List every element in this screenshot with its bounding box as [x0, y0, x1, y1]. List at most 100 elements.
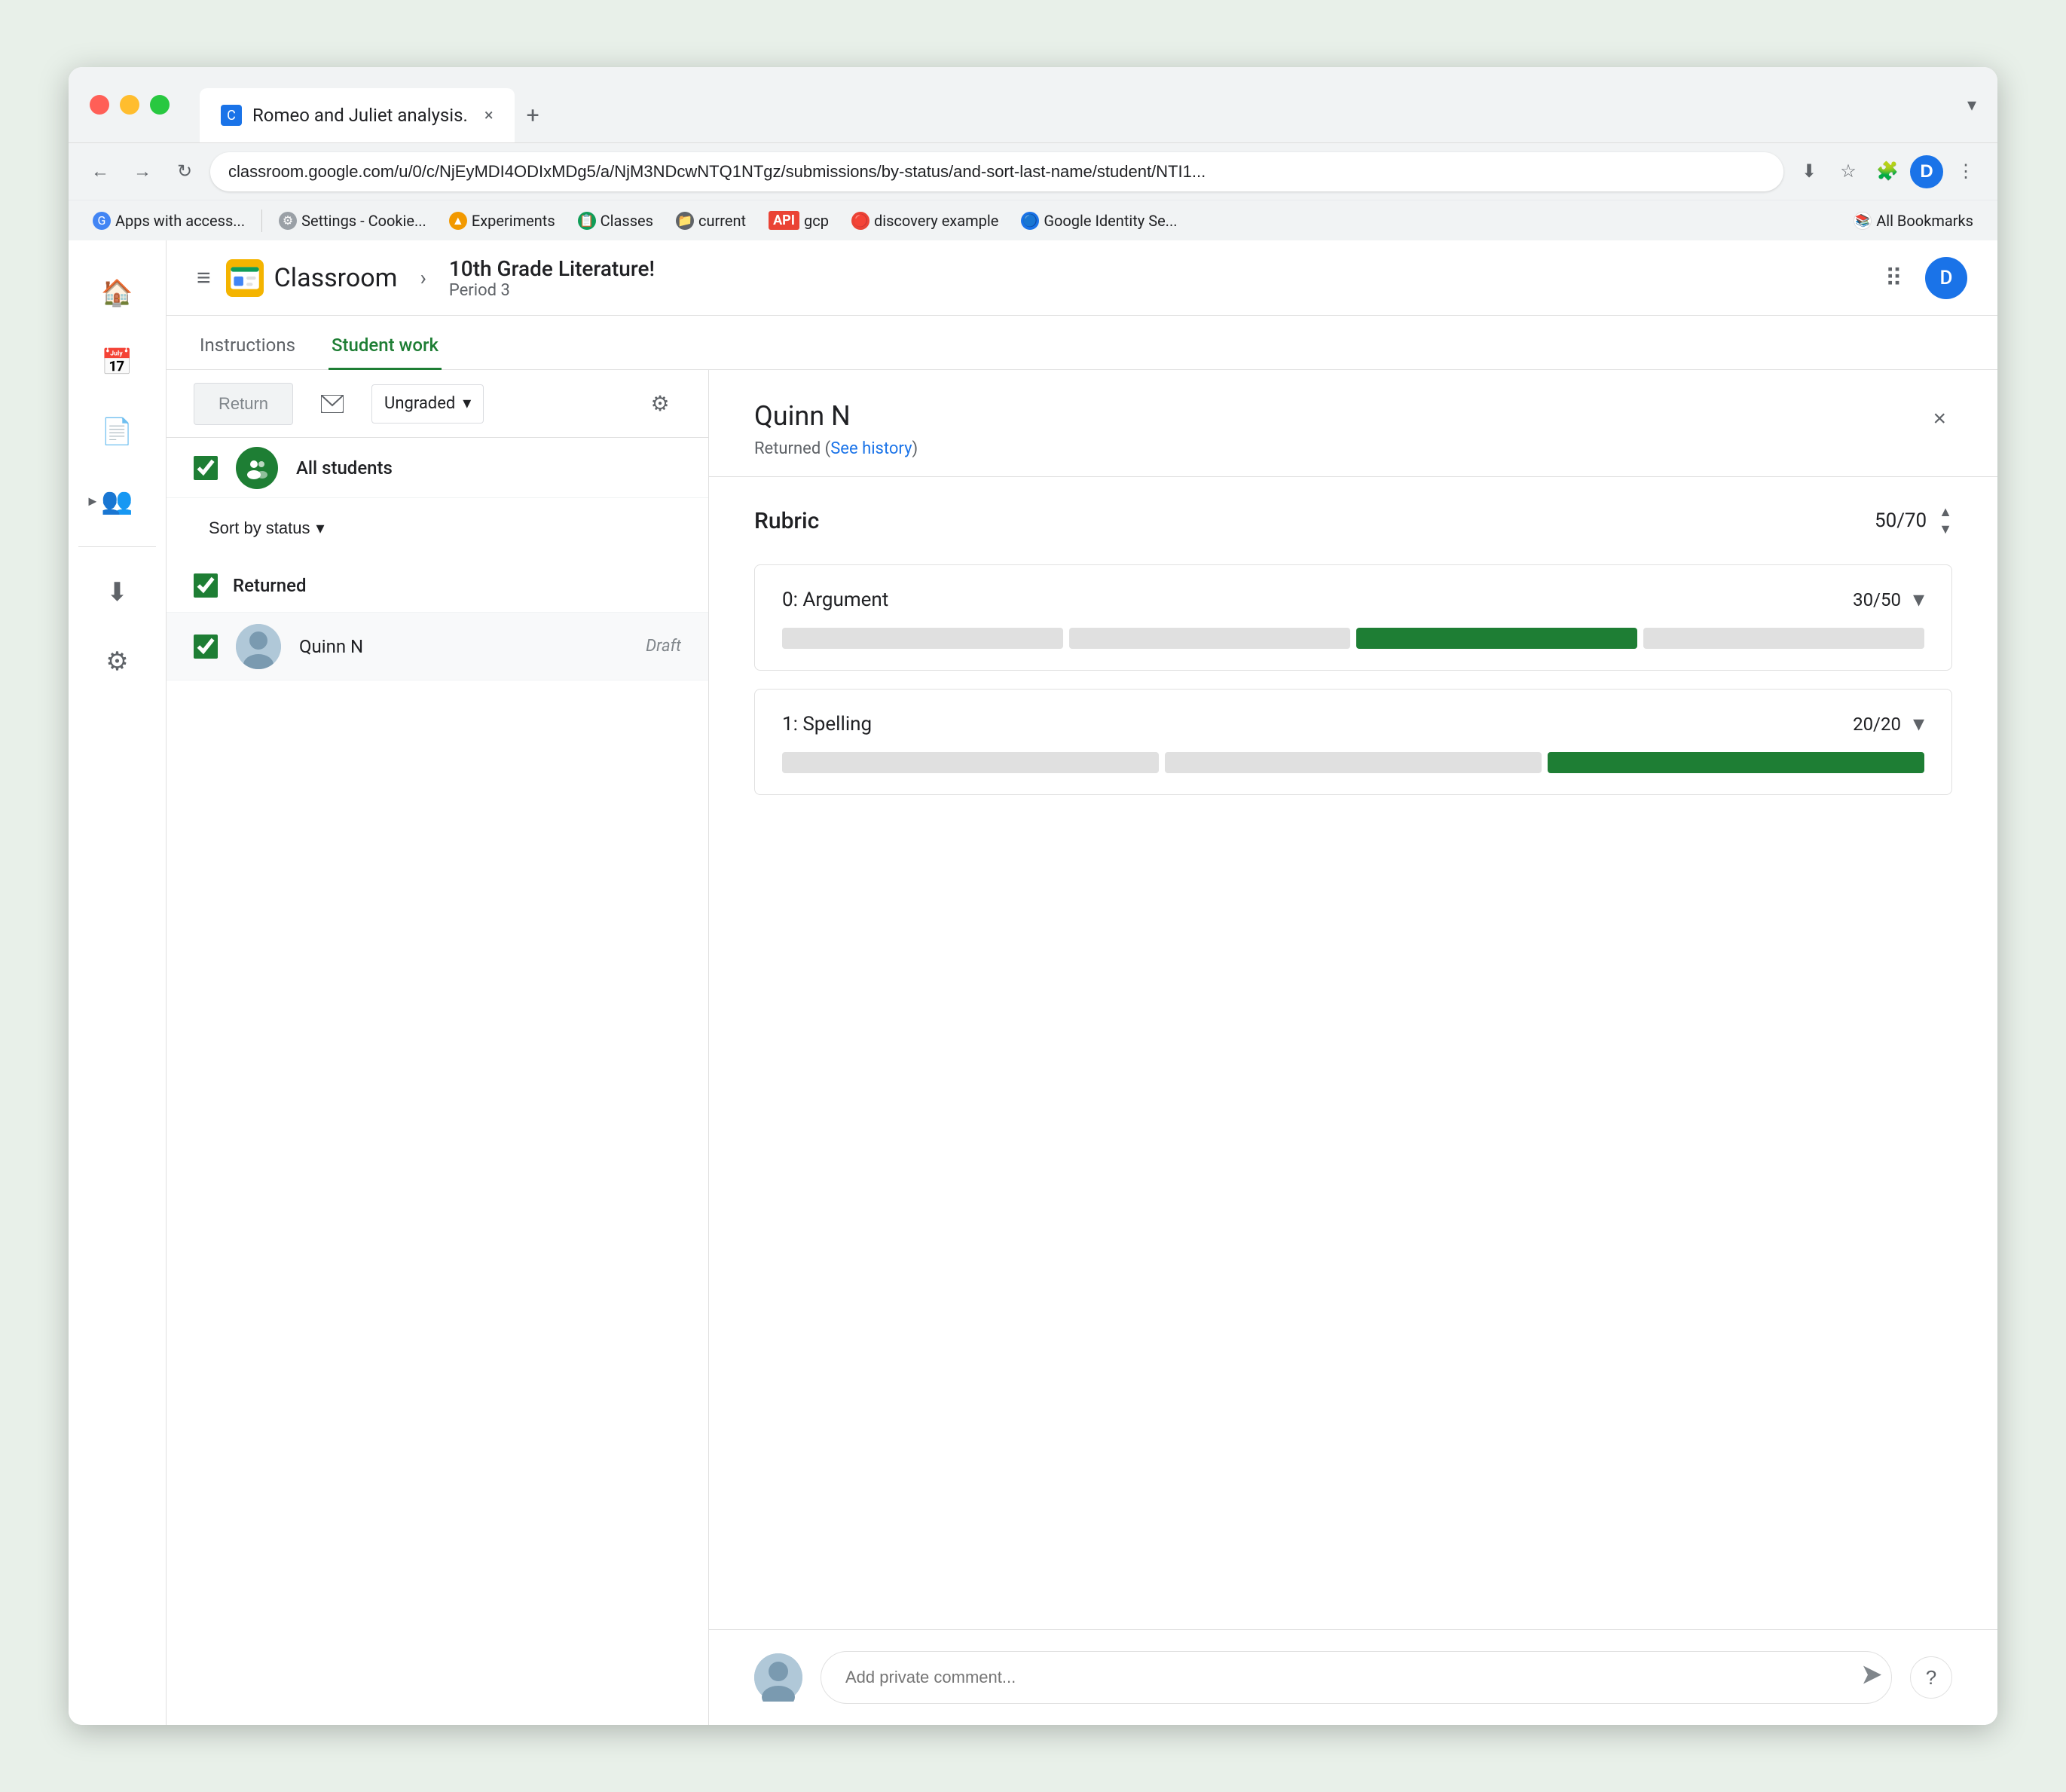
student-quinn-checkbox[interactable]: [194, 635, 218, 659]
criterion-argument-bar: [782, 628, 1924, 649]
segment-a1[interactable]: [782, 628, 1063, 649]
send-comment-button[interactable]: [1862, 1665, 1883, 1691]
criterion-argument-toggle[interactable]: ▾: [1913, 586, 1924, 613]
section-returned-label: Returned: [233, 575, 307, 596]
return-button[interactable]: Return: [194, 383, 293, 425]
sort-button[interactable]: Sort by status ▾: [209, 518, 325, 538]
close-traffic-light[interactable]: [90, 95, 109, 115]
nav-calendar-button[interactable]: 📅: [87, 332, 148, 393]
classroom-logo[interactable]: Classroom: [226, 259, 398, 297]
fullscreen-traffic-light[interactable]: [150, 95, 170, 115]
criterion-argument: 0: Argument 30/50 ▾: [754, 564, 1952, 671]
bookmark-settings[interactable]: ⚙ Settings - Cookie...: [270, 209, 436, 233]
bookmark-apps-icon: G: [93, 212, 111, 230]
tab-favicon: C: [221, 105, 242, 126]
email-button[interactable]: [311, 383, 353, 425]
segment-a2[interactable]: [1069, 628, 1350, 649]
class-period: Period 3: [449, 281, 655, 300]
app-content: 🏠 📅 📄 ▶ 👥 ⬇ ⚙ ≡: [69, 240, 1997, 1725]
address-bar[interactable]: [210, 152, 1783, 191]
detail-close-button[interactable]: ×: [1927, 400, 1952, 438]
extensions-button[interactable]: 🧩: [1871, 155, 1904, 188]
email-icon: [321, 395, 344, 413]
classroom-logo-icon: [226, 259, 264, 297]
student-avatar-quinn: [236, 624, 281, 669]
group-icon: [245, 456, 269, 480]
nav-separator: [78, 546, 156, 547]
class-info: 10th Grade Literature! Period 3: [449, 256, 655, 300]
segment-s3[interactable]: [1548, 752, 1924, 773]
segment-a4[interactable]: [1643, 628, 1924, 649]
nav-people-button[interactable]: ▶ 👥: [87, 471, 148, 531]
expand-arrow-icon: ▶: [89, 495, 97, 508]
bookmark-button[interactable]: ☆: [1832, 155, 1865, 188]
bookmark-classes-label: Classes: [601, 212, 653, 230]
left-nav: 🏠 📅 📄 ▶ 👥 ⬇ ⚙: [69, 240, 167, 1725]
active-tab[interactable]: C Romeo and Juliet analysis. ×: [200, 88, 515, 142]
see-history-link[interactable]: See history: [830, 439, 912, 458]
send-icon: [1862, 1665, 1883, 1686]
download-to-button[interactable]: ⬇: [1792, 155, 1826, 188]
new-tab-button[interactable]: +: [527, 102, 539, 129]
bookmark-discovery[interactable]: 🔴 discovery example: [842, 209, 1007, 233]
grade-label: Ungraded: [384, 394, 455, 413]
bookmark-settings-icon: ⚙: [279, 212, 297, 230]
nav-download-button[interactable]: ⬇: [87, 562, 148, 622]
grade-select[interactable]: Ungraded ▾: [371, 384, 484, 424]
tab-instructions[interactable]: Instructions: [197, 323, 298, 370]
all-students-row: All students: [167, 438, 708, 498]
segment-s2[interactable]: [1165, 752, 1542, 773]
nav-settings-button[interactable]: ⚙: [87, 631, 148, 692]
bookmark-apps[interactable]: G Apps with access...: [84, 209, 254, 233]
bookmark-all[interactable]: 📚 All Bookmarks: [1844, 209, 1982, 233]
returned-section-checkbox[interactable]: [194, 573, 218, 598]
bookmark-apps-label: Apps with access...: [115, 212, 245, 230]
window-controls: ▾: [1967, 94, 1976, 115]
detail-header-info: Quinn N Returned (See history): [754, 400, 1927, 458]
bookmark-classes[interactable]: 📋 Classes: [569, 209, 662, 233]
rubric-header: Rubric 50/70 ▲ ▼: [754, 504, 1952, 537]
more-options-button[interactable]: ⋮: [1949, 155, 1982, 188]
tab-title: Romeo and Juliet analysis.: [252, 105, 468, 126]
detail-header: Quinn N Returned (See history) ×: [709, 370, 1997, 477]
comment-input[interactable]: [821, 1651, 1892, 1704]
nav-home-button[interactable]: 🏠: [87, 263, 148, 323]
segment-s1[interactable]: [782, 752, 1159, 773]
criterion-spelling-toggle[interactable]: ▾: [1913, 711, 1924, 737]
minimize-traffic-light[interactable]: [120, 95, 139, 115]
panel-toolbar: Return Ungraded ▾ ⚙: [167, 370, 708, 438]
bookmark-classes-icon: 📋: [578, 212, 596, 230]
google-apps-button[interactable]: ⠿: [1878, 256, 1910, 300]
help-button[interactable]: ?: [1910, 1656, 1952, 1699]
criterion-spelling-name: 1: Spelling: [782, 713, 1853, 735]
all-students-checkbox[interactable]: [194, 456, 218, 480]
tab-student-work[interactable]: Student work: [329, 323, 442, 370]
criterion-argument-score: 30/50: [1853, 589, 1901, 610]
class-name: 10th Grade Literature!: [449, 256, 655, 281]
user-avatar[interactable]: D: [1925, 257, 1967, 299]
tab-close-button[interactable]: ×: [484, 106, 494, 125]
bookmark-folder-icon: 📁: [676, 212, 694, 230]
rubric-total-score: 50/70: [1875, 509, 1927, 532]
bookmark-gis-label: Google Identity Se...: [1044, 212, 1177, 230]
bookmark-current[interactable]: 📁 current: [667, 209, 755, 233]
segment-a3[interactable]: [1356, 628, 1637, 649]
bookmark-experiments[interactable]: ▲ Experiments: [440, 209, 564, 233]
nav-assignments-button[interactable]: 📄: [87, 402, 148, 462]
panel-settings-button[interactable]: ⚙: [639, 383, 681, 425]
browser-titlebar: C Romeo and Juliet analysis. × + ▾: [69, 67, 1997, 142]
forward-button[interactable]: →: [126, 155, 159, 188]
bookmark-gcp[interactable]: API gcp: [759, 208, 838, 233]
bookmark-google-identity[interactable]: 🔵 Google Identity Se...: [1012, 209, 1186, 233]
reload-button[interactable]: ↻: [168, 155, 201, 188]
classroom-app-name: Classroom: [274, 263, 398, 293]
student-row-quinn[interactable]: Quinn N Draft: [167, 613, 708, 680]
rubric-score-arrows[interactable]: ▲ ▼: [1939, 504, 1952, 537]
bookmark-all-label: All Bookmarks: [1876, 212, 1973, 230]
profile-button[interactable]: D: [1910, 155, 1943, 188]
student-detail-status: Returned (See history): [754, 439, 1927, 458]
back-button[interactable]: ←: [84, 155, 117, 188]
hamburger-menu-button[interactable]: ≡: [197, 264, 211, 292]
criterion-spelling-score: 20/20: [1853, 714, 1901, 735]
detail-panel: Quinn N Returned (See history) × Rubric …: [709, 370, 1997, 1725]
